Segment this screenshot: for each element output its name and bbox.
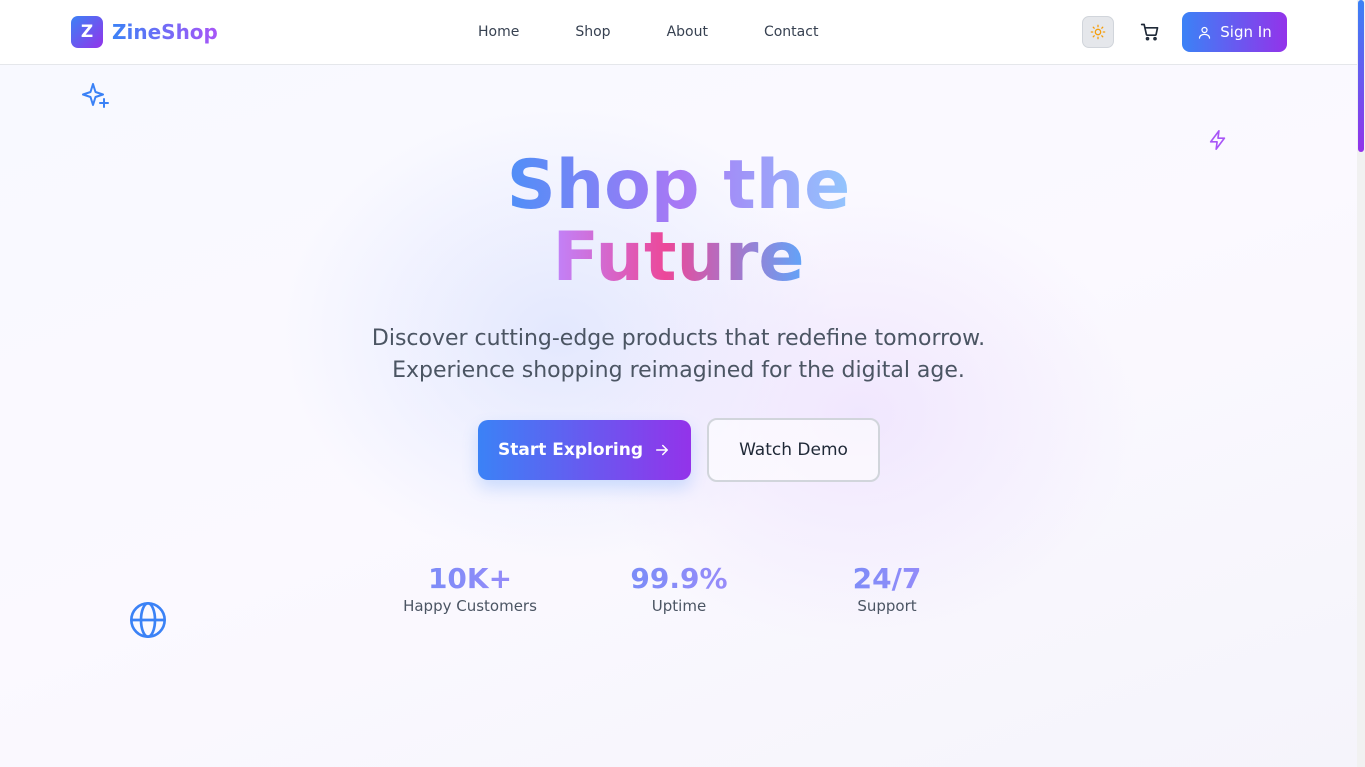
logo-badge: Z bbox=[71, 16, 103, 48]
nav-link-home[interactable]: Home bbox=[478, 24, 519, 40]
hero-title: Shop the Future bbox=[0, 150, 1357, 294]
stat-label: Uptime bbox=[651, 597, 707, 615]
navbar: Z ZineShop Home Shop About Contact Sign … bbox=[0, 0, 1357, 65]
stat-uptime: 99.9% Uptime bbox=[579, 562, 779, 615]
nav-link-contact[interactable]: Contact bbox=[764, 24, 818, 40]
nav-link-about[interactable]: About bbox=[667, 24, 708, 40]
hero-title-line1: Shop the bbox=[506, 146, 851, 225]
zap-icon bbox=[1209, 130, 1226, 150]
theme-toggle-button[interactable] bbox=[1082, 16, 1114, 48]
cart-button[interactable] bbox=[1134, 16, 1166, 48]
stat-label: Support bbox=[857, 597, 917, 615]
cart-icon bbox=[1140, 23, 1159, 41]
stat-value: 24/7 bbox=[787, 562, 987, 596]
logo-text: ZineShop bbox=[112, 20, 218, 44]
stat-value: 10K+ bbox=[370, 562, 570, 596]
hero-subtitle-line2: Experience shopping reimagined for the d… bbox=[392, 358, 965, 383]
stat-value: 99.9% bbox=[579, 562, 779, 596]
hero-subtitle: Discover cutting-edge products that rede… bbox=[0, 323, 1357, 387]
hero-section: Shop the Future Discover cutting-edge pr… bbox=[0, 65, 1357, 767]
sparkles-icon bbox=[82, 83, 109, 108]
page-scrollbar[interactable] bbox=[1357, 0, 1365, 767]
watch-demo-button[interactable]: Watch Demo bbox=[707, 418, 880, 482]
start-exploring-label: Start Exploring bbox=[497, 440, 643, 460]
stat-label: Happy Customers bbox=[403, 597, 537, 615]
nav-links: Home Shop About Contact bbox=[460, 0, 874, 64]
stat-support: 24/7 Support bbox=[787, 562, 987, 615]
stat-customers: 10K+ Happy Customers bbox=[370, 562, 570, 615]
user-icon bbox=[1199, 26, 1211, 39]
start-exploring-button[interactable]: Start Exploring bbox=[478, 420, 691, 480]
arrow-right-icon bbox=[656, 444, 668, 456]
sun-icon bbox=[1090, 24, 1106, 40]
nav-link-shop[interactable]: Shop bbox=[575, 24, 610, 40]
hero-subtitle-line1: Discover cutting-edge products that rede… bbox=[371, 326, 986, 351]
globe-icon bbox=[130, 602, 166, 638]
scrollbar-thumb[interactable] bbox=[1358, 0, 1364, 152]
sign-in-label: Sign In bbox=[1220, 23, 1272, 41]
sign-in-button[interactable]: Sign In bbox=[1182, 12, 1287, 52]
hero-title-line2: Future bbox=[552, 218, 805, 297]
logo-link[interactable]: Z ZineShop bbox=[71, 16, 218, 48]
